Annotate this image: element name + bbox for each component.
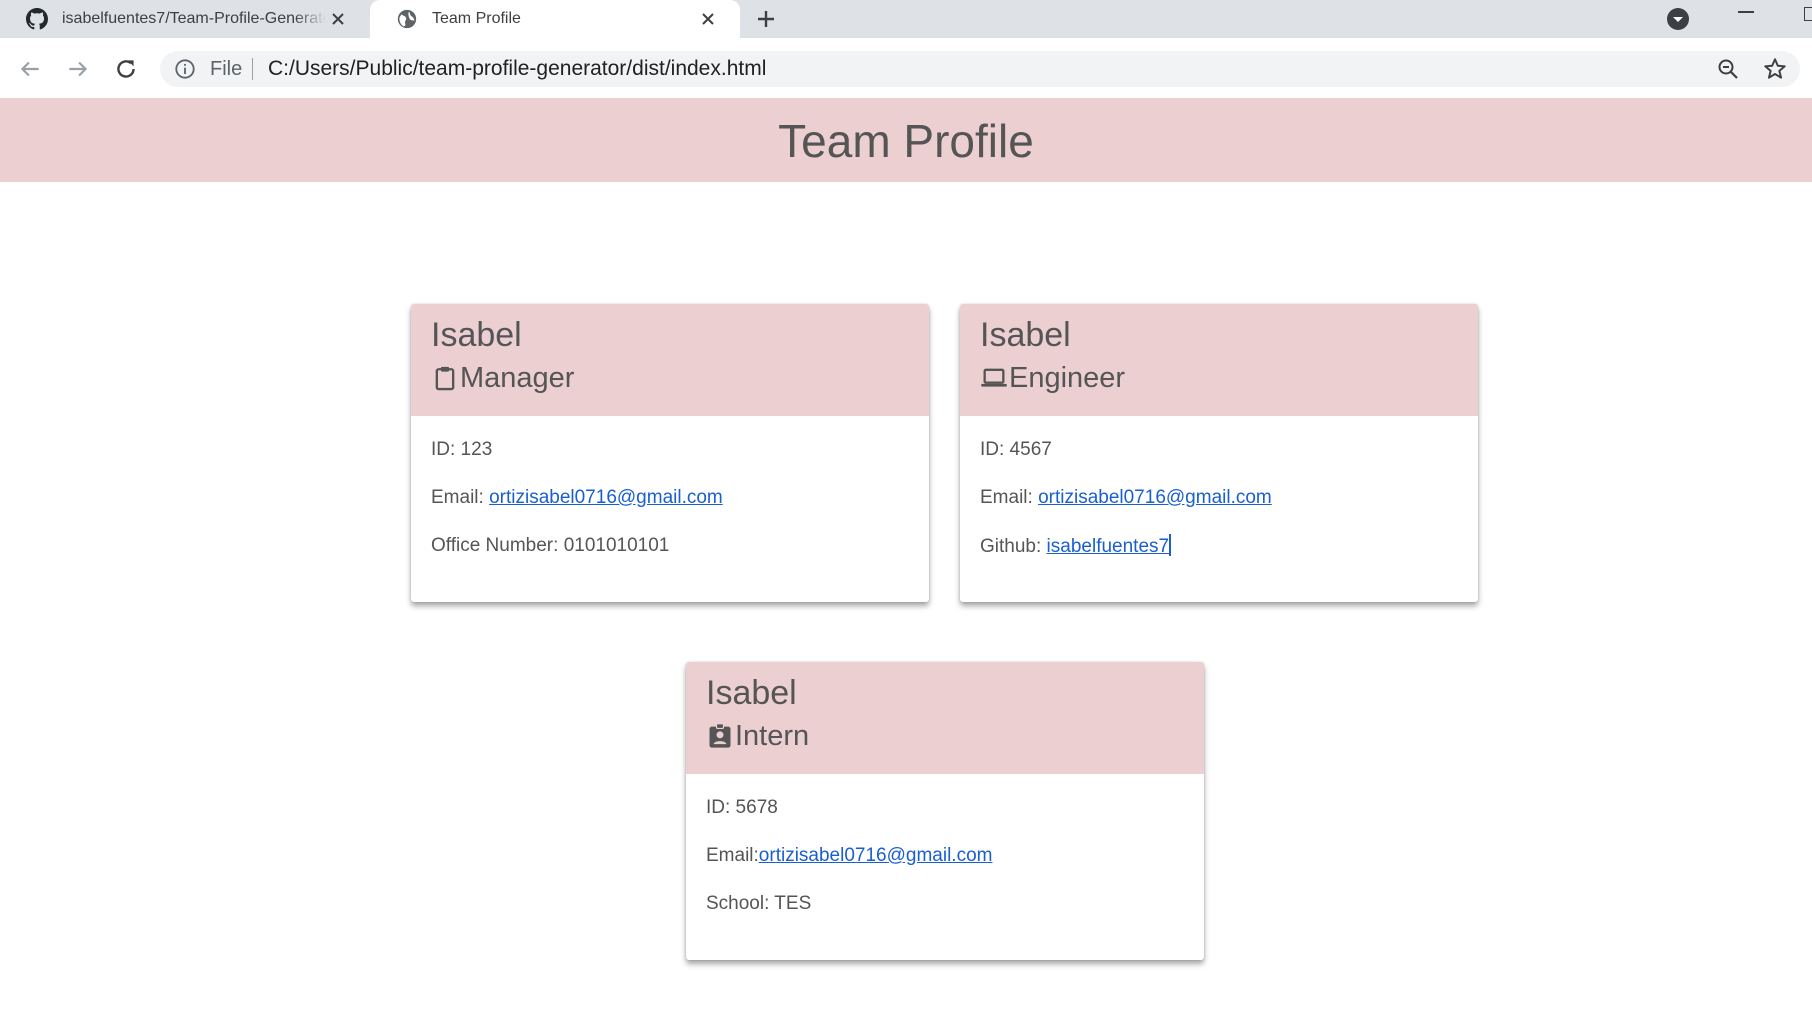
- close-icon[interactable]: [698, 9, 718, 29]
- laptop-icon: [981, 368, 1007, 387]
- email-link[interactable]: ortizisabel0716@gmail.com: [489, 487, 723, 508]
- github-icon: [26, 8, 48, 30]
- url-text[interactable]: C:/Users/Public/team-profile-generator/d…: [268, 57, 766, 81]
- employee-email: Email:ortizisabel0716@gmail.com: [706, 844, 1184, 868]
- employee-id: ID: 123: [431, 439, 493, 460]
- office-number: Office Number: 0101010101: [431, 535, 670, 556]
- card-body: ID: 123 Email: ortizisabel0716@gmail.com…: [411, 416, 929, 558]
- employee-name: Isabel: [706, 674, 797, 712]
- card-body: ID: 4567 Email: ortizisabel0716@gmail.co…: [960, 416, 1478, 558]
- url-scheme-divider: [252, 58, 253, 80]
- tab-github-repo[interactable]: isabelfuentes7/Team-Profile-Generator: [0, 0, 370, 38]
- reload-icon[interactable]: [113, 56, 139, 82]
- role-label: Engineer: [1009, 362, 1126, 394]
- email-link[interactable]: ortizisabel0716@gmail.com: [1038, 487, 1272, 508]
- forward-arrow-icon[interactable]: [65, 56, 91, 82]
- tab-search-icon[interactable]: [1666, 7, 1690, 31]
- role-label: Manager: [460, 362, 575, 394]
- text-cursor: [1169, 534, 1172, 556]
- clipboard-icon: [435, 366, 455, 391]
- github-link[interactable]: isabelfuentes7: [1047, 536, 1170, 557]
- card-header: Isabel Intern: [686, 662, 1204, 774]
- email-label: Email:: [706, 845, 759, 866]
- employee-email: Email: ortizisabel0716@gmail.com: [431, 486, 909, 510]
- globe-icon: [397, 9, 417, 29]
- email-label: Email:: [431, 487, 490, 508]
- url-scheme-label: File: [210, 58, 243, 80]
- tab-title: Team Profile: [432, 10, 521, 27]
- tab-team-profile[interactable]: Team Profile: [370, 0, 740, 38]
- employee-email: Email: ortizisabel0716@gmail.com: [980, 486, 1458, 510]
- employee-name: Isabel: [980, 316, 1071, 354]
- address-bar[interactable]: File C:/Users/Public/team-profile-genera…: [160, 51, 1800, 87]
- engineer-card: Isabel Engineer ID: 4567 Email: ortizisa…: [960, 304, 1478, 602]
- github-line: Github: isabelfuentes7: [980, 534, 1458, 558]
- page-content: Team Profile Isabel Manager ID: 123 Emai…: [0, 98, 1812, 1021]
- page-header: Team Profile: [0, 98, 1812, 182]
- email-label: Email:: [980, 487, 1039, 508]
- new-tab-icon[interactable]: [754, 7, 778, 31]
- back-arrow-icon[interactable]: [17, 56, 43, 82]
- close-icon[interactable]: [328, 9, 348, 29]
- tab-title: isabelfuentes7/Team-Profile-Generator: [62, 10, 326, 27]
- employee-id: ID: 4567: [980, 439, 1052, 460]
- card-body: ID: 5678 Email:ortizisabel0716@gmail.com…: [686, 774, 1204, 916]
- info-icon[interactable]: [174, 58, 196, 80]
- minimize-icon[interactable]: [1738, 11, 1754, 13]
- school: School: TES: [706, 893, 812, 914]
- card-header: Isabel Manager: [411, 304, 929, 416]
- card-header: Isabel Engineer: [960, 304, 1478, 416]
- github-label: Github:: [980, 536, 1047, 557]
- role-label: Intern: [735, 720, 810, 752]
- browser-tab-strip: isabelfuentes7/Team-Profile-Generator Te…: [0, 0, 1812, 38]
- zoom-out-icon[interactable]: [1716, 57, 1740, 81]
- page-title: Team Profile: [778, 115, 1034, 167]
- employee-role: Engineer: [980, 360, 1458, 396]
- manager-card: Isabel Manager ID: 123 Email: ortizisabe…: [411, 304, 929, 602]
- employee-role: Manager: [431, 360, 909, 396]
- maximize-icon[interactable]: [1804, 7, 1812, 21]
- email-link[interactable]: ortizisabel0716@gmail.com: [759, 845, 993, 866]
- browser-toolbar: File C:/Users/Public/team-profile-genera…: [0, 38, 1812, 98]
- employee-role: Intern: [706, 718, 1184, 754]
- employee-id: ID: 5678: [706, 797, 778, 818]
- employee-name: Isabel: [431, 316, 522, 354]
- user-badge-icon: [709, 723, 731, 748]
- intern-card: Isabel Intern ID: 5678 Email:ortizisabel…: [686, 662, 1204, 960]
- bookmark-star-icon[interactable]: [1762, 56, 1788, 82]
